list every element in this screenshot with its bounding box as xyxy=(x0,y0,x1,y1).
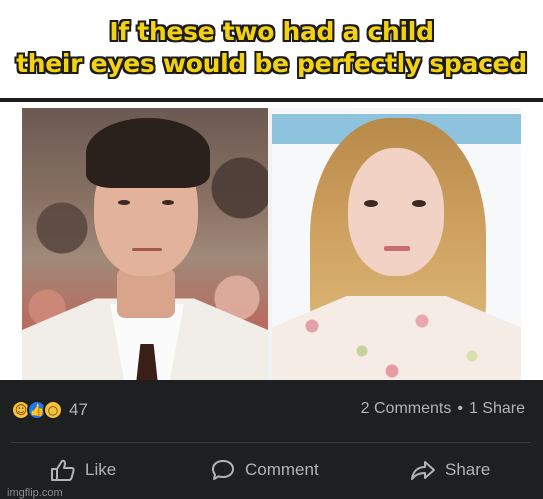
like-button[interactable]: Like xyxy=(50,452,116,488)
comment-icon xyxy=(212,460,234,480)
man-right-eye xyxy=(162,200,174,205)
thumbs-up-icon xyxy=(51,459,75,481)
comments-count[interactable]: 2 Comments xyxy=(361,400,452,418)
meta-separator: • xyxy=(457,400,463,417)
post-meta: 2 Comments • 1 Share xyxy=(361,400,525,418)
man-mouth xyxy=(132,248,162,251)
woman-left-eye xyxy=(364,200,378,207)
share-label: Share xyxy=(445,460,491,479)
post-actions: Like Comment Share xyxy=(0,452,543,488)
comment-button[interactable]: Comment xyxy=(210,452,319,488)
comment-label: Comment xyxy=(245,460,319,479)
share-button[interactable]: Share xyxy=(410,452,490,488)
caption-line-1: If these two had a child xyxy=(109,17,434,46)
man-left-eye xyxy=(118,200,130,205)
reactions-summary[interactable]: ☺ 👍 ○ 47 xyxy=(11,400,88,420)
reaction-count: 47 xyxy=(69,400,88,419)
like-label: Like xyxy=(85,460,117,479)
divider xyxy=(11,442,531,443)
wow-icon: ○ xyxy=(43,400,63,420)
post-footer: ☺ 👍 ○ 47 2 Comments • 1 Share Like Comme… xyxy=(0,380,543,499)
caption-line-2: their eyes would be perfectly spaced xyxy=(16,49,527,78)
woman-face xyxy=(348,148,444,276)
imgflip-watermark: imgflip.com xyxy=(7,487,63,499)
facebook-post: ☺ 👍 ○ 47 2 Comments • 1 Share Like Comme… xyxy=(0,98,543,499)
share-icon xyxy=(411,461,435,480)
woman-mouth xyxy=(384,246,410,251)
man-hair xyxy=(86,118,210,188)
post-photos xyxy=(22,108,521,380)
photo-man[interactable] xyxy=(22,108,268,380)
photo-woman[interactable] xyxy=(272,108,521,380)
shares-count[interactable]: 1 Share xyxy=(469,400,525,418)
woman-right-eye xyxy=(412,200,426,207)
meme-caption: If these two had a child their eyes woul… xyxy=(0,0,543,94)
